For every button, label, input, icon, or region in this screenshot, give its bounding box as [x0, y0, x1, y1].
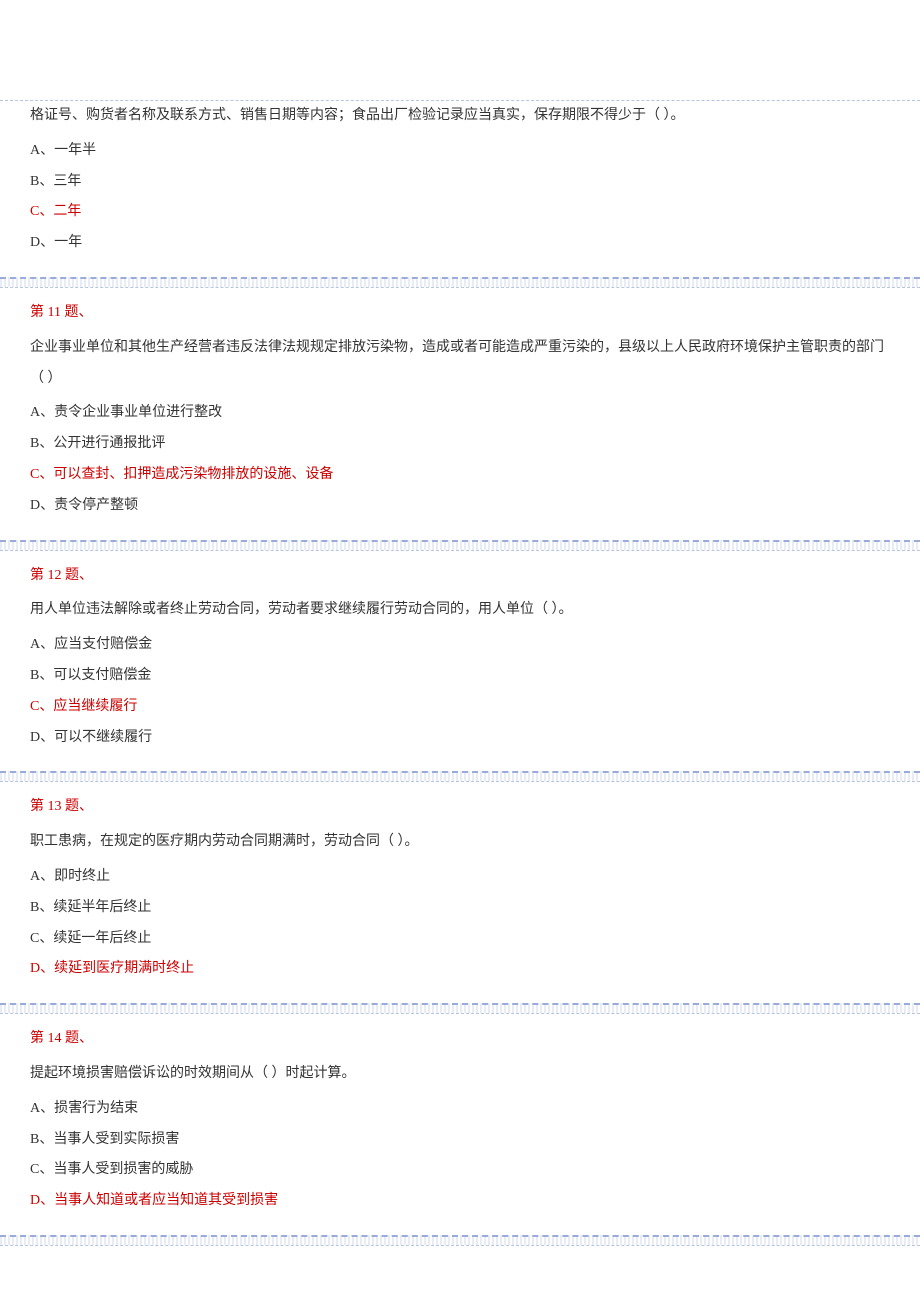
question-title: 第 13 题、 — [30, 792, 890, 823]
option-c: C、续延一年后终止 — [30, 924, 890, 955]
question-13: 第 13 题、 职工患病，在规定的医疗期内劳动合同期满时，劳动合同（ ）。 A、… — [0, 782, 920, 1003]
question-title: 第 12 题、 — [30, 561, 890, 592]
option-b: B、公开进行通报批评 — [30, 429, 890, 460]
option-b: B、可以支付赔偿金 — [30, 661, 890, 692]
option-d: D、当事人知道或者应当知道其受到损害 — [30, 1186, 890, 1217]
question-title: 第 11 题、 — [30, 298, 890, 329]
option-d: D、一年 — [30, 228, 890, 259]
option-a: A、损害行为结束 — [30, 1094, 890, 1125]
option-d: D、责令停产整顿 — [30, 491, 890, 522]
option-a: A、应当支付赔偿金 — [30, 630, 890, 661]
question-10-continued: 格证号、购货者名称及联系方式、销售日期等内容；食品出厂检验记录应当真实，保存期限… — [0, 101, 920, 277]
option-a: A、责令企业事业单位进行整改 — [30, 398, 890, 429]
question-14: 第 14 题、 提起环境损害赔偿诉讼的时效期间从（ ）时起计算。 A、损害行为结… — [0, 1014, 920, 1235]
option-c: C、当事人受到损害的威胁 — [30, 1155, 890, 1186]
question-title: 第 14 题、 — [30, 1024, 890, 1055]
question-text: 格证号、购货者名称及联系方式、销售日期等内容；食品出厂检验记录应当真实，保存期限… — [30, 101, 890, 132]
option-c: C、可以查封、扣押造成污染物排放的设施、设备 — [30, 460, 890, 491]
question-11: 第 11 题、 企业事业单位和其他生产经营者违反法律法规规定排放污染物，造成或者… — [0, 288, 920, 540]
option-c: C、二年 — [30, 197, 890, 228]
option-a: A、即时终止 — [30, 862, 890, 893]
option-c: C、应当继续履行 — [30, 692, 890, 723]
option-a: A、一年半 — [30, 136, 890, 167]
option-b: B、续延半年后终止 — [30, 893, 890, 924]
option-b: B、三年 — [30, 167, 890, 198]
question-text: 提起环境损害赔偿诉讼的时效期间从（ ）时起计算。 — [30, 1059, 890, 1090]
question-text: 职工患病，在规定的医疗期内劳动合同期满时，劳动合同（ ）。 — [30, 827, 890, 858]
question-text: 用人单位违法解除或者终止劳动合同，劳动者要求继续履行劳动合同的，用人单位（ ）。 — [30, 595, 890, 626]
option-b: B、当事人受到实际损害 — [30, 1125, 890, 1156]
option-d: D、续延到医疗期满时终止 — [30, 954, 890, 985]
question-text: 企业事业单位和其他生产经营者违反法律法规规定排放污染物，造成或者可能造成严重污染… — [30, 333, 890, 395]
question-12: 第 12 题、 用人单位违法解除或者终止劳动合同，劳动者要求继续履行劳动合同的，… — [0, 551, 920, 772]
option-d: D、可以不继续履行 — [30, 723, 890, 754]
